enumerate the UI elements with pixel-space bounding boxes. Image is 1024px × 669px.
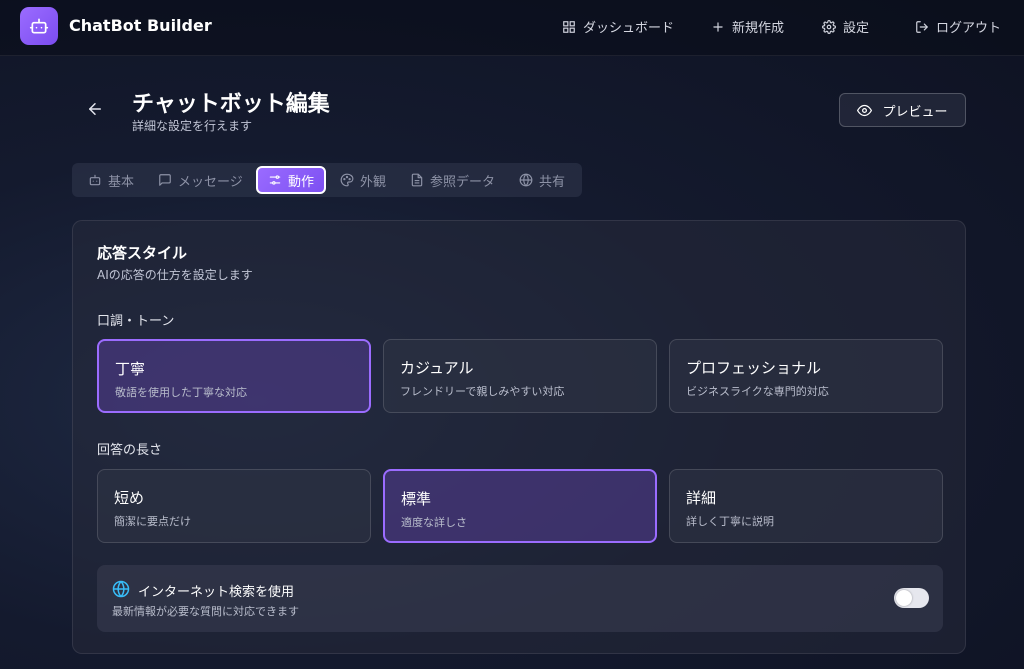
option-description: フレンドリーで親しみやすい対応	[400, 385, 565, 398]
length-option-short[interactable]: 短め 簡潔に要点だけ	[97, 469, 371, 543]
app-logo[interactable]	[20, 7, 58, 45]
tab-label: 動作	[288, 174, 315, 190]
tab-behavior[interactable]: 動作	[256, 166, 327, 194]
tone-option-polite[interactable]: 丁寧 敬語を使用した丁寧な対応	[97, 339, 371, 413]
tab-basic[interactable]: 基本	[84, 166, 138, 194]
length-section-label: 回答の長さ	[97, 443, 163, 458]
option-description: 簡潔に要点だけ	[114, 515, 191, 528]
preview-button-label: プレビュー	[882, 104, 948, 120]
globe-icon	[112, 580, 130, 598]
tab-label: 基本	[108, 174, 135, 190]
bot-icon	[89, 174, 101, 186]
bot-icon	[29, 18, 49, 34]
editor-tabs: 基本 メッセージ 動作 外観 参照データ 共有	[72, 163, 582, 197]
nav-item-label: ダッシュボード	[583, 21, 675, 36]
nav-item-new[interactable]: 新規作成	[711, 17, 784, 36]
nav-item-dashboard[interactable]: ダッシュボード	[562, 17, 674, 36]
option-description: 敬語を使用した丁寧な対応	[115, 386, 247, 399]
tone-option-casual[interactable]: カジュアル フレンドリーで親しみやすい対応	[383, 339, 657, 413]
nav-item-label: 新規作成	[732, 21, 785, 36]
gear-icon	[822, 19, 836, 34]
tone-section-label: 口調・トーン	[97, 314, 175, 329]
internet-search-toggle[interactable]	[894, 588, 929, 608]
option-description: 適度な詳しさ	[401, 516, 467, 529]
globe-icon	[519, 173, 533, 187]
internet-search-setting: インターネット検索を使用 最新情報が必要な質問に対応できます	[97, 565, 943, 632]
tab-label: メッセージ	[178, 174, 243, 190]
nav-item-logout[interactable]: ログアウト	[915, 17, 1001, 36]
tab-appearance[interactable]: 外観	[336, 166, 390, 194]
option-description: 詳しく丁寧に説明	[686, 515, 774, 528]
tab-label: 参照データ	[430, 174, 496, 190]
page-title: チャットボット編集	[132, 92, 330, 117]
nav-item-label: ログアウト	[936, 21, 1002, 36]
option-title: 短め	[114, 489, 145, 507]
option-title: 標準	[401, 490, 432, 508]
eye-icon	[857, 104, 873, 116]
option-title: 丁寧	[115, 360, 146, 378]
document-icon	[411, 173, 423, 187]
nav-item-settings[interactable]: 設定	[822, 17, 869, 36]
tab-share[interactable]: 共有	[515, 166, 569, 194]
tab-label: 外観	[360, 174, 387, 190]
card-subtitle: AIの応答の仕方を設定します	[97, 268, 253, 282]
internet-search-title: インターネット検索を使用	[138, 585, 295, 600]
app-brand-name[interactable]: ChatBot Builder	[69, 16, 212, 35]
tab-label: 共有	[539, 174, 566, 190]
message-icon	[159, 174, 171, 186]
tab-reference-data[interactable]: 参照データ	[406, 166, 499, 194]
card-title: 応答スタイル	[97, 244, 188, 262]
length-option-standard[interactable]: 標準 適度な詳しさ	[383, 469, 657, 543]
plus-icon	[713, 21, 723, 32]
option-description: ビジネスライクな専門的対応	[686, 385, 829, 398]
nav-item-label: 設定	[843, 21, 870, 36]
logout-icon	[916, 20, 928, 33]
option-title: プロフェッショナル	[686, 359, 822, 377]
preview-button[interactable]: プレビュー	[839, 93, 966, 127]
back-arrow-icon[interactable]	[86, 100, 104, 118]
tab-message[interactable]: メッセージ	[154, 166, 247, 194]
page-subtitle: 詳細な設定を行えます	[132, 119, 253, 133]
response-style-card: 応答スタイル AIの応答の仕方を設定します 口調・トーン 丁寧 敬語を使用した丁…	[72, 220, 966, 654]
sliders-icon	[269, 175, 281, 185]
length-option-detailed[interactable]: 詳細 詳しく丁寧に説明	[669, 469, 943, 543]
tone-option-professional[interactable]: プロフェッショナル ビジネスライクな専門的対応	[669, 339, 943, 413]
top-navigation-bar: ChatBot Builder ダッシュボード 新規作成 設定 ログアウト	[0, 0, 1024, 56]
toggle-knob	[896, 590, 912, 606]
palette-icon	[340, 173, 354, 187]
grid-icon	[563, 20, 575, 33]
internet-search-description: 最新情報が必要な質問に対応できます	[112, 605, 299, 618]
option-title: カジュアル	[400, 359, 474, 377]
option-title: 詳細	[686, 489, 717, 507]
